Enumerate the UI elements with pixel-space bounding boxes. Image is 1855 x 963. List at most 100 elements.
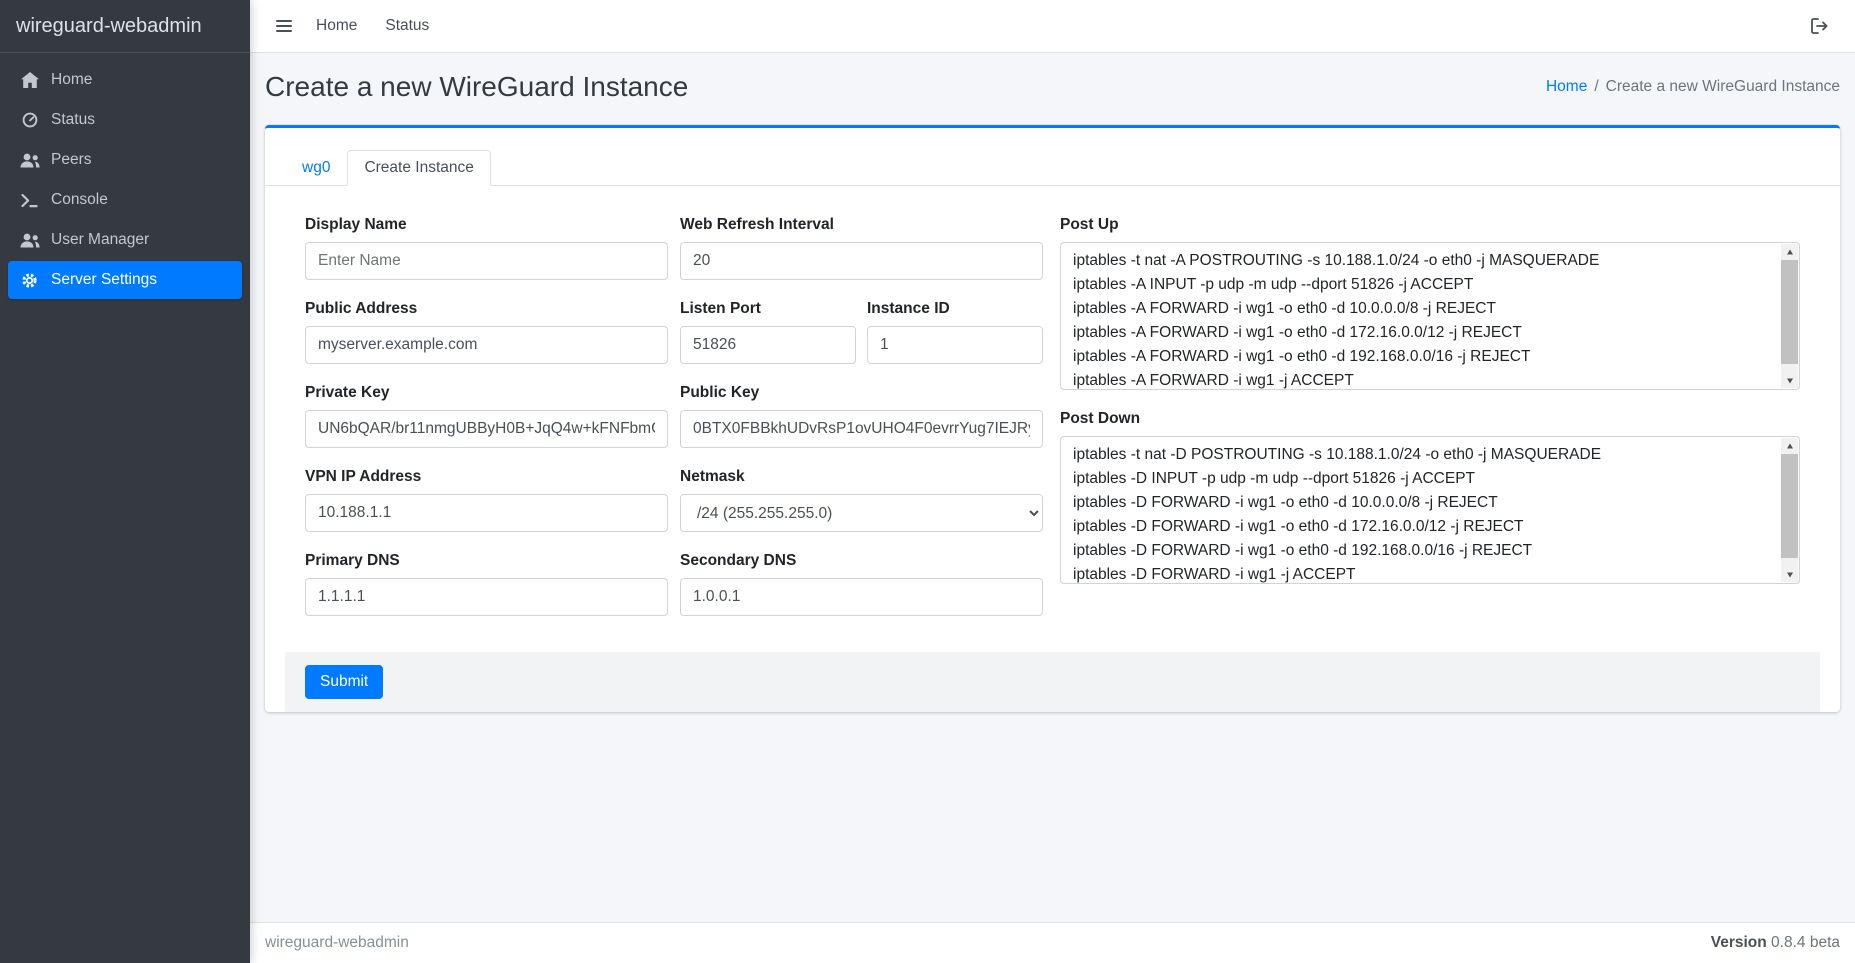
post-up-content: iptables -t nat -A POSTROUTING -s 10.188… [1061,243,1799,389]
form-left-columns: Display Name Web Refresh Interval Public… [305,216,1043,636]
navbar-left: Home Status [266,9,443,43]
instance-form: Display Name Web Refresh Interval Public… [265,186,1840,636]
primary-dns-input[interactable] [305,578,668,616]
listen-port-group: Listen Port [680,300,856,364]
breadcrumb-home-link[interactable]: Home [1546,78,1587,96]
page-footer: wireguard-webadmin Version 0.8.4 beta [250,922,1855,963]
web-refresh-interval-label: Web Refresh Interval [680,216,1043,234]
public-key-input[interactable] [680,410,1043,448]
secondary-dns-input[interactable] [680,578,1043,616]
secondary-dns-group: Secondary DNS [680,552,1043,616]
primary-dns-group: Primary DNS [305,552,668,616]
web-refresh-interval-input[interactable] [680,242,1043,280]
netmask-label: Netmask [680,468,1043,486]
top-navbar: Home Status [250,0,1855,53]
public-key-label: Public Key [680,384,1043,402]
tab-wg0[interactable]: wg0 [285,150,347,186]
post-down-label: Post Down [1060,410,1800,428]
private-key-group: Private Key [305,384,668,448]
display-name-group: Display Name [305,216,668,280]
brand-link[interactable]: wireguard-webadmin [0,0,250,53]
vpn-ip-group: VPN IP Address [305,468,668,532]
navbar-link-home[interactable]: Home [302,9,371,43]
netmask-group: Netmask /24 (255.255.255.0) [680,468,1043,532]
tab-create-instance[interactable]: Create Instance [347,150,490,186]
version-value: 0.8.4 beta [1771,934,1840,951]
tachometer-icon [16,112,43,128]
scroll-up-button[interactable] [1781,244,1798,260]
private-key-input[interactable] [305,410,668,448]
listen-port-label: Listen Port [680,300,856,318]
sidebar-item-peers[interactable]: Peers [8,141,242,179]
listen-port-input[interactable] [680,326,856,364]
users-icon [16,153,43,168]
sidebar-item-status[interactable]: Status [8,101,242,139]
version-text: Version 0.8.4 beta [1711,934,1840,952]
public-address-group: Public Address [305,300,668,364]
post-up-scrollbar[interactable] [1781,244,1798,388]
main-column: Home Status Create a new WireGuard Insta… [250,0,1855,963]
display-name-label: Display Name [305,216,668,234]
terminal-icon [16,193,43,208]
submit-button[interactable]: Submit [305,665,383,699]
app-root: wireguard-webadmin Home Status Peers [0,0,1855,963]
navbar-right [1801,10,1839,42]
sidebar-item-server-settings[interactable]: Server Settings [8,261,242,299]
sidebar-item-label: Peers [51,151,92,169]
instance-id-group: Instance ID [867,300,1043,364]
sidebar-item-console[interactable]: Console [8,181,242,219]
form-footer: Submit [285,652,1820,712]
sidebar: wireguard-webadmin Home Status Peers [0,0,250,963]
content-header: Create a new WireGuard Instance Home / C… [250,53,1855,125]
primary-dns-label: Primary DNS [305,552,668,570]
vpn-ip-label: VPN IP Address [305,468,668,486]
sidebar-item-user-manager[interactable]: User Manager [8,221,242,259]
user-manager-icon [16,233,43,248]
scrollbar-thumb[interactable] [1781,260,1798,364]
display-name-input[interactable] [305,242,668,280]
sidebar-item-home[interactable]: Home [8,61,242,99]
post-down-scrollbar[interactable] [1781,438,1798,582]
sidebar-nav: Home Status Peers Console [0,53,250,309]
post-up-textarea[interactable]: iptables -t nat -A POSTROUTING -s 10.188… [1060,242,1800,390]
logout-button[interactable] [1801,10,1839,42]
private-key-label: Private Key [305,384,668,402]
sidebar-item-label: Home [51,71,92,89]
sidebar-item-label: Server Settings [51,271,157,289]
page-title: Create a new WireGuard Instance [265,71,688,103]
breadcrumb-current: Create a new WireGuard Instance [1606,78,1840,96]
vpn-ip-input[interactable] [305,494,668,532]
scrollbar-thumb[interactable] [1781,454,1798,558]
public-key-group: Public Key [680,384,1043,448]
hamburger-icon [276,19,292,33]
post-down-content: iptables -t nat -D POSTROUTING -s 10.188… [1061,437,1799,583]
sidebar-toggle-button[interactable] [266,11,302,41]
post-up-group: Post Up iptables -t nat -A POSTROUTING -… [1060,216,1800,390]
instance-card-body: wg0 Create Instance Display Name Web Ref… [265,128,1840,712]
home-icon [16,72,43,88]
netmask-select[interactable]: /24 (255.255.255.0) [680,494,1043,532]
brand-label: wireguard-webadmin [16,15,202,38]
instance-card: wg0 Create Instance Display Name Web Ref… [265,125,1840,712]
port-instance-row: Listen Port Instance ID [680,300,1043,384]
gears-icon [16,272,43,289]
instance-id-label: Instance ID [867,300,1043,318]
scroll-up-button[interactable] [1781,438,1798,454]
sidebar-item-label: Console [51,191,108,209]
form-right-column: Post Up iptables -t nat -A POSTROUTING -… [1060,216,1800,636]
content-area: Create a new WireGuard Instance Home / C… [250,53,1855,922]
post-down-group: Post Down iptables -t nat -D POSTROUTING… [1060,410,1800,584]
instance-id-input[interactable] [867,326,1043,364]
tab-bar: wg0 Create Instance [265,150,1840,186]
scroll-down-button[interactable] [1781,372,1798,388]
public-address-input[interactable] [305,326,668,364]
public-address-label: Public Address [305,300,668,318]
sidebar-item-label: Status [51,111,95,129]
navbar-link-status[interactable]: Status [371,9,443,43]
sign-out-icon [1811,18,1829,34]
secondary-dns-label: Secondary DNS [680,552,1043,570]
post-down-textarea[interactable]: iptables -t nat -D POSTROUTING -s 10.188… [1060,436,1800,584]
sidebar-item-label: User Manager [51,231,149,249]
scroll-down-button[interactable] [1781,566,1798,582]
breadcrumb-separator: / [1594,78,1598,96]
